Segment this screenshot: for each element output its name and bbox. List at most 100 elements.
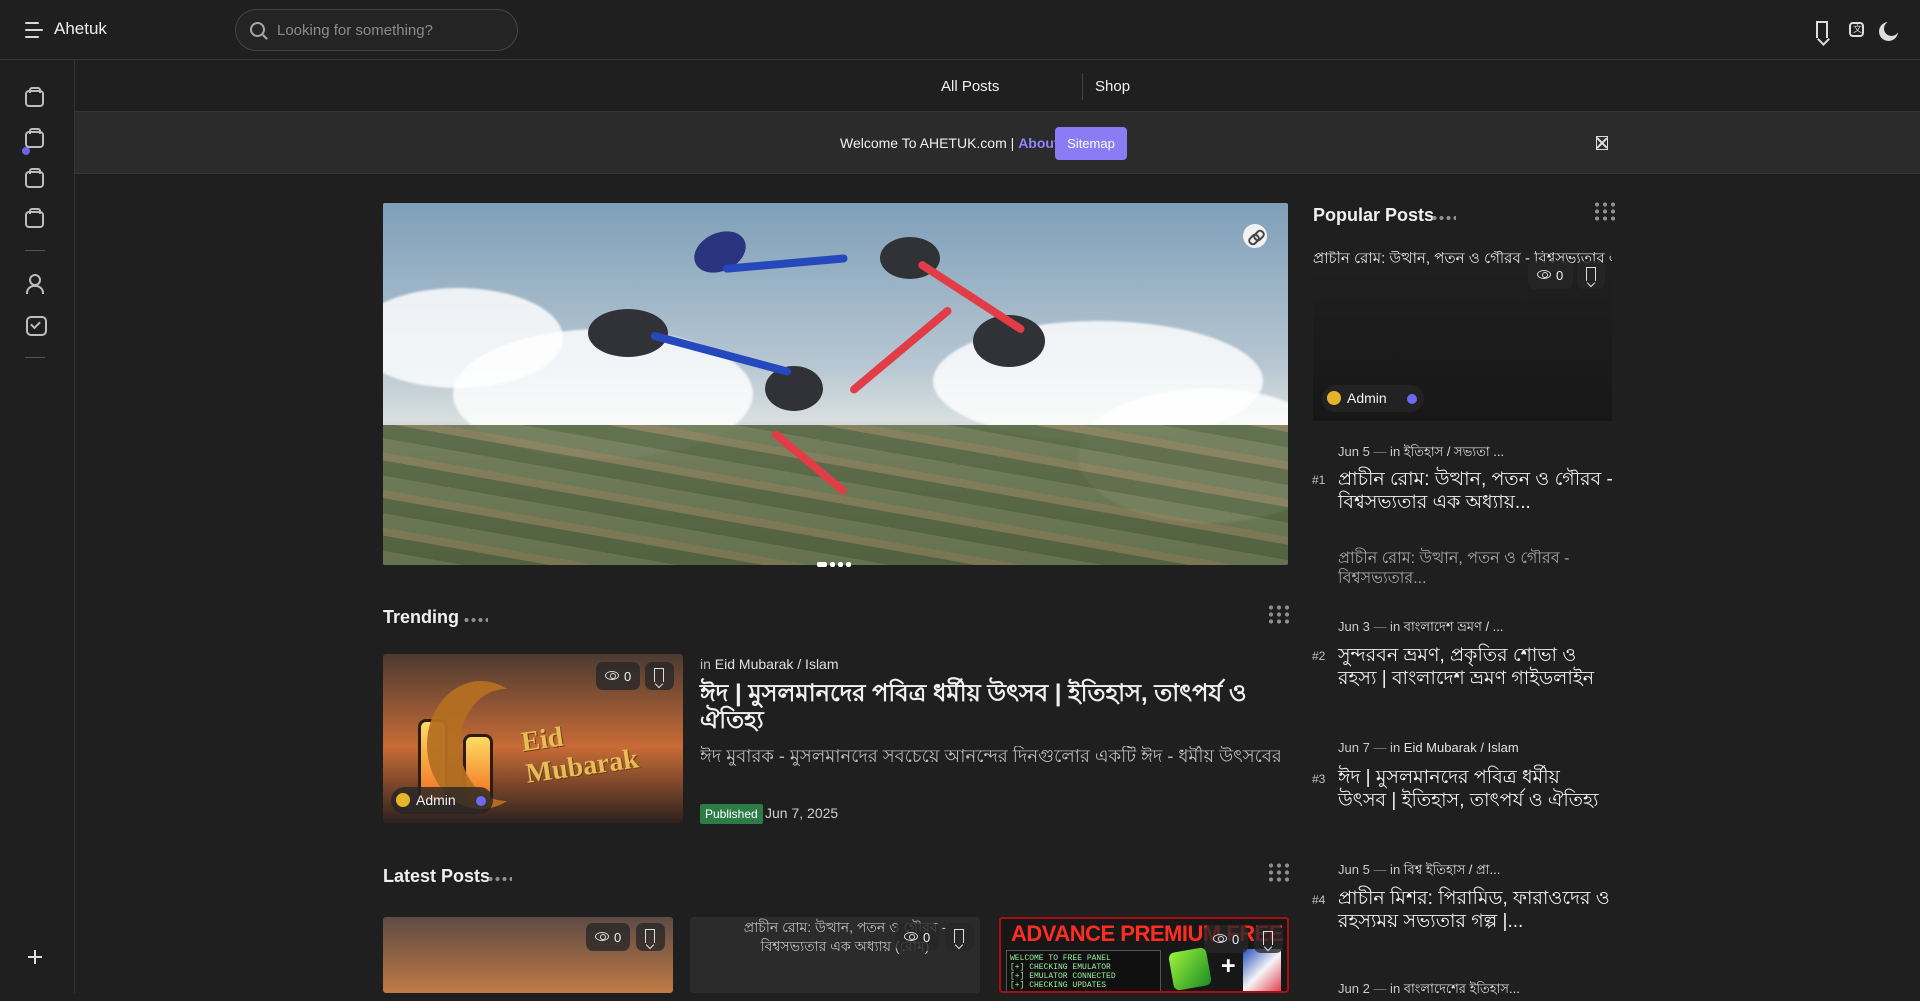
shop-link[interactable]: Shop xyxy=(1095,78,1130,95)
bookmark-icon xyxy=(645,929,655,943)
close-icon[interactable] xyxy=(1596,136,1608,150)
terminal-preview: WELCOME TO FREE PANEL [+] CHECKING EMULA… xyxy=(1006,950,1161,991)
latest-post-card[interactable]: 0 xyxy=(383,917,673,993)
welcome-label: Welcome To AHETUK.com | xyxy=(840,135,1015,151)
profile-check-icon[interactable] xyxy=(26,315,47,336)
popular-item-title[interactable]: সুন্দরবন ভ্রমণ, প্রকৃতির শোভা ও রহস্য | … xyxy=(1338,644,1613,690)
category-prefix: in xyxy=(700,656,711,672)
popular-item-title[interactable]: ঈদ | মুসলমানদের পবিত্র ধর্মীয় উৎসব | ইত… xyxy=(1338,766,1613,812)
hero-image-skydivers[interactable] xyxy=(383,203,1288,565)
nav-divider xyxy=(1082,73,1083,100)
popular-item-category[interactable]: বিশ্ব ইতিহাস / প্রা... xyxy=(1404,862,1501,877)
popular-item-rank: #1 xyxy=(1312,473,1326,487)
author-name: Admin xyxy=(1347,390,1387,406)
popular-item-category[interactable]: Eid Mubarak / Islam xyxy=(1404,740,1519,755)
avatar xyxy=(1327,391,1341,405)
left-sidebar xyxy=(0,60,75,993)
avatar xyxy=(396,793,410,807)
bookmark-button[interactable] xyxy=(1577,261,1605,289)
views-pill: 0 xyxy=(596,662,640,690)
bookmark-button[interactable] xyxy=(945,923,974,951)
author-name: Admin xyxy=(416,792,456,808)
category-line: in Eid Mubarak / Islam xyxy=(700,656,839,672)
game-thumbnail xyxy=(1243,949,1281,991)
popular-item-category[interactable]: বাংলাদেশ ভ্রমণ / ... xyxy=(1404,619,1504,634)
views-count: 0 xyxy=(624,669,632,684)
search-input[interactable] xyxy=(277,20,497,40)
latest-post-card[interactable]: ADVANCE PREMIUM FREE PANEL WELCOME TO FR… xyxy=(999,917,1289,993)
welcome-banner: Welcome To AHETUK.com | About Sitemap xyxy=(75,112,1920,174)
all-posts-link[interactable]: All Posts xyxy=(941,78,999,95)
views-pill: 0 xyxy=(1204,925,1248,953)
folder-icon[interactable] xyxy=(25,168,44,188)
eye-icon xyxy=(1537,270,1551,279)
plus-icon: + xyxy=(1221,952,1236,980)
popular-item-meta: Jun 5 — in বিশ্ব ইতিহাস / প্রা... xyxy=(1338,862,1501,877)
popular-item-rank: #3 xyxy=(1312,772,1326,786)
popular-item-meta: Jun 3 — in বাংলাদেশ ভ্রমণ / ... xyxy=(1338,619,1504,634)
eye-icon xyxy=(605,671,619,680)
views-pill: 0 xyxy=(895,923,939,951)
category-link[interactable]: Eid Mubarak / Islam xyxy=(715,656,839,672)
menu-icon[interactable] xyxy=(25,21,45,39)
grid-handle-icon[interactable] xyxy=(1267,862,1289,882)
bookmark-icon xyxy=(1586,267,1596,281)
popular-item-date: Jun 3 xyxy=(1338,619,1370,634)
popular-item-date: Jun 2 xyxy=(1338,981,1370,996)
about-link[interactable]: About xyxy=(1018,135,1058,151)
views-count: 0 xyxy=(614,930,622,945)
popular-item-title[interactable]: প্রাচীন মিশর: পিরামিড, ফারাওদের ও রহস্যম… xyxy=(1338,887,1613,933)
popular-item-category[interactable]: ইতিহাস / সভ্যতা ... xyxy=(1404,444,1504,459)
folder-icon[interactable] xyxy=(25,87,44,107)
verified-icon xyxy=(1407,394,1417,404)
section-dots xyxy=(463,618,488,622)
verified-icon xyxy=(476,796,486,806)
folder-icon[interactable] xyxy=(25,128,44,148)
author-chip[interactable]: Admin xyxy=(1322,385,1424,412)
trending-post-snippet: ঈদ মুবারক - মুসলমানদের সবচেয়ে আনন্দের দ… xyxy=(700,746,1280,766)
status-badge: Published xyxy=(700,804,763,824)
author-chip[interactable]: Admin xyxy=(391,787,493,814)
popular-item-title[interactable]: প্রাচীন রোম: উত্থান, পতন ও গৌরব - বিশ্বস… xyxy=(1338,468,1613,514)
search-box[interactable] xyxy=(235,9,518,51)
bookmark-button[interactable] xyxy=(645,662,674,690)
plus-icon[interactable] xyxy=(26,948,44,966)
popular-posts-heading: Popular Posts xyxy=(1313,205,1435,225)
bookmark-icon xyxy=(1263,931,1273,945)
popular-item-date: Jun 5 xyxy=(1338,444,1370,459)
popular-item-meta: Jun 5 — in ইতিহাস / সভ্যতা ... xyxy=(1338,444,1505,459)
eid-mubarak-image[interactable]: Eid Mubarak 0 Admin xyxy=(383,654,683,823)
bookmark-button[interactable] xyxy=(1254,925,1283,953)
active-indicator xyxy=(22,147,30,155)
views-pill: 0 xyxy=(586,923,630,951)
sidebar-divider xyxy=(25,250,45,251)
terminal-line: [+] CHECKING EMULATOR xyxy=(1010,963,1111,972)
views-pill: 0 xyxy=(1528,261,1573,289)
popular-item-category[interactable]: বাংলাদেশের ইতিহাস... xyxy=(1404,981,1520,996)
link-icon[interactable] xyxy=(1243,224,1267,248)
moon-icon[interactable] xyxy=(1881,20,1901,40)
site-brand[interactable]: Ahetuk xyxy=(54,19,107,39)
bookmark-button[interactable] xyxy=(636,923,665,951)
latest-post-card[interactable]: প্রাচীন রোম: উত্থান, পতন ও গৌরব - বিশ্বস… xyxy=(690,917,980,993)
top-navigation: Ahetuk xyxy=(0,0,1920,60)
section-dots xyxy=(487,877,512,881)
eye-icon xyxy=(904,932,918,941)
views-count: 0 xyxy=(1232,932,1240,947)
translate-icon[interactable] xyxy=(1847,20,1867,40)
user-group-icon[interactable] xyxy=(26,274,45,294)
bookmark-icon xyxy=(654,668,664,682)
grid-handle-icon[interactable] xyxy=(1593,201,1615,221)
carousel-indicator xyxy=(817,554,857,567)
trending-heading: Trending xyxy=(383,607,459,627)
popular-item-rank: #4 xyxy=(1312,893,1326,907)
bookmark-icon[interactable] xyxy=(1812,20,1832,40)
eye-icon xyxy=(595,932,609,941)
popular-item-date: Jun 5 xyxy=(1338,862,1370,877)
folder-icon[interactable] xyxy=(25,208,44,228)
trending-post-title[interactable]: ঈদ | মুসলমানদের পবিত্র ধর্মীয় উৎসব | ইত… xyxy=(700,680,1280,734)
terminal-line: [+] EMULATOR CONNECTED xyxy=(1010,972,1116,981)
sitemap-button[interactable]: Sitemap xyxy=(1055,127,1127,160)
grid-handle-icon[interactable] xyxy=(1267,604,1289,624)
views-count: 0 xyxy=(923,930,931,945)
